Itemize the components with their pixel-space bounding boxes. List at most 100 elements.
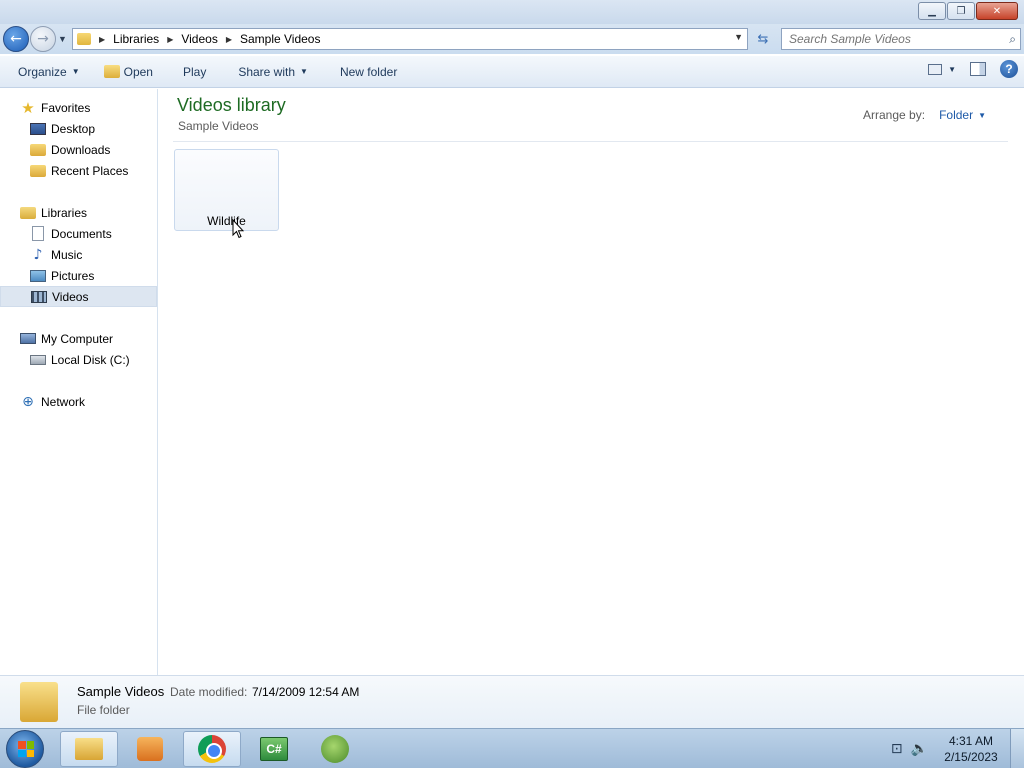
sidebar-item-label: Documents: [51, 226, 112, 241]
system-tray: ⊡ 🔈 4:31 AM 2/15/2023: [891, 729, 1024, 768]
change-view-icon[interactable]: [928, 63, 943, 75]
sidebar-item-network[interactable]: ⊕ Network: [0, 391, 157, 412]
sidebar-item-videos[interactable]: Videos: [0, 286, 157, 307]
windows-explorer-icon: [75, 738, 103, 760]
breadcrumb-separator-icon[interactable]: ▶: [99, 35, 105, 44]
libraries-icon: [20, 206, 36, 219]
recent-pages-dropdown-icon[interactable]: ▼: [58, 34, 67, 44]
recent-places-icon: [30, 164, 46, 177]
play-button[interactable]: Play: [174, 60, 215, 84]
help-icon[interactable]: ?: [1000, 60, 1018, 78]
arrange-by-dropdown[interactable]: Folder ▼: [939, 108, 986, 122]
forward-arrow-icon: →: [37, 31, 49, 47]
title-bar: ▁ ❐ ✕: [0, 0, 1024, 24]
details-date-label: Date modified:: [170, 685, 248, 699]
forward-button[interactable]: →: [30, 26, 56, 52]
details-date-value: 7/14/2009 12:54 AM: [252, 685, 360, 699]
sidebar-item-my-computer[interactable]: My Computer: [0, 328, 157, 349]
breadcrumb-separator-icon[interactable]: ▶: [226, 35, 232, 44]
sidebar-item-documents[interactable]: Documents: [0, 223, 157, 244]
address-row: ← → ▼ ▶ Libraries ▶ Videos ▶ Sample Vide…: [0, 24, 1024, 54]
sidebar-item-pictures[interactable]: Pictures: [0, 265, 157, 286]
mouse-cursor-icon: [232, 219, 244, 239]
address-bar[interactable]: ▶ Libraries ▶ Videos ▶ Sample Videos ▼: [72, 28, 748, 50]
details-type: File folder: [77, 703, 130, 717]
start-button[interactable]: [6, 730, 44, 768]
back-button[interactable]: ←: [3, 26, 29, 52]
star-icon: ★: [21, 98, 35, 117]
computer-icon: [20, 333, 36, 344]
chevron-down-icon: ▼: [300, 67, 308, 76]
windows-logo-icon: [18, 741, 34, 757]
search-box: ⌕: [781, 28, 1021, 50]
csharp-icon: C#: [260, 737, 288, 761]
show-desktop-button[interactable]: [1010, 729, 1024, 768]
header-divider: [173, 141, 1008, 142]
sidebar-item-label: Network: [41, 394, 86, 409]
clock-date: 2/15/2023: [944, 750, 998, 764]
refresh-icon: ⇆: [757, 31, 769, 47]
clock[interactable]: 4:31 AM 2/15/2023: [936, 733, 1006, 765]
address-history-dropdown-icon[interactable]: ▼: [734, 32, 743, 42]
windows7-app-icon: [321, 735, 349, 763]
minimize-button[interactable]: ▁: [918, 2, 946, 20]
sidebar-item-label: Favorites: [41, 100, 91, 115]
page-subtitle: Sample Videos: [178, 119, 259, 133]
play-label: Play: [182, 64, 207, 79]
open-label: Open: [123, 64, 153, 79]
window-controls: ▁ ❐ ✕: [918, 2, 1018, 20]
disk-icon: [30, 354, 46, 365]
arrange-by-value: Folder: [939, 108, 974, 122]
chrome-icon: [198, 735, 226, 763]
network-status-icon[interactable]: ⊡: [891, 741, 903, 757]
folder-icon: [20, 682, 58, 722]
sidebar-item-recent-places[interactable]: Recent Places: [0, 160, 157, 181]
sidebar-item-label: Libraries: [41, 205, 88, 220]
details-name: Sample Videos: [77, 684, 165, 699]
close-button[interactable]: ✕: [976, 2, 1018, 20]
document-icon: [30, 226, 46, 241]
share-with-button[interactable]: Share with ▼: [229, 60, 317, 84]
sidebar-item-label: Music: [51, 247, 83, 262]
sidebar-item-music[interactable]: ♪ Music: [0, 244, 157, 265]
sidebar-item-libraries[interactable]: Libraries: [0, 202, 157, 223]
maximize-button[interactable]: ❐: [947, 2, 975, 20]
breadcrumb-sample-videos[interactable]: Sample Videos: [240, 32, 321, 46]
open-folder-icon: [103, 65, 120, 78]
view-options-dropdown-icon[interactable]: ▼: [948, 65, 956, 74]
refresh-button[interactable]: ⇆: [752, 28, 774, 50]
preview-pane-icon[interactable]: [970, 62, 986, 76]
open-button[interactable]: Open: [95, 60, 162, 84]
taskbar-csharp-app[interactable]: C#: [245, 731, 303, 767]
search-input[interactable]: [782, 29, 992, 49]
new-folder-button[interactable]: New folder: [331, 60, 406, 84]
taskbar-windows7-app[interactable]: [306, 731, 364, 767]
organize-button[interactable]: Organize ▼: [9, 60, 89, 84]
sidebar-item-label: Pictures: [51, 268, 95, 283]
search-icon[interactable]: ⌕: [1009, 32, 1016, 47]
breadcrumb-libraries[interactable]: Libraries: [113, 32, 159, 46]
sidebar-item-desktop[interactable]: Desktop: [0, 118, 157, 139]
file-item-wildlife[interactable]: Wildlife: [174, 149, 279, 231]
sidebar-item-downloads[interactable]: Downloads: [0, 139, 157, 160]
sidebar-item-label: Downloads: [51, 142, 111, 157]
sidebar-item-label: Local Disk (C:): [51, 352, 130, 367]
taskbar-windows-explorer[interactable]: [60, 731, 118, 767]
arrange-by: Arrange by: Folder ▼: [863, 108, 986, 122]
organize-label: Organize: [18, 64, 67, 79]
breadcrumb: ▶ Libraries ▶ Videos ▶ Sample Videos: [91, 32, 320, 46]
desktop-icon: [30, 122, 46, 135]
taskbar-google-chrome[interactable]: [183, 731, 241, 767]
sidebar-item-favorites[interactable]: ★ Favorites: [0, 97, 157, 118]
folder-icon: [77, 33, 91, 45]
breadcrumb-separator-icon[interactable]: ▶: [167, 35, 173, 44]
clock-time: 4:31 AM: [948, 734, 994, 748]
arrange-by-label: Arrange by:: [863, 108, 926, 122]
sidebar-item-label: My Computer: [41, 331, 114, 346]
breadcrumb-videos[interactable]: Videos: [181, 32, 217, 46]
content-pane: Videos library Sample Videos Arrange by:…: [159, 89, 1024, 675]
sidebar-item-local-disk[interactable]: Local Disk (C:): [0, 349, 157, 370]
volume-icon[interactable]: 🔈: [911, 741, 928, 757]
details-pane: Sample Videos Date modified: 7/14/2009 1…: [0, 675, 1024, 728]
taskbar-media-player[interactable]: [121, 731, 179, 767]
